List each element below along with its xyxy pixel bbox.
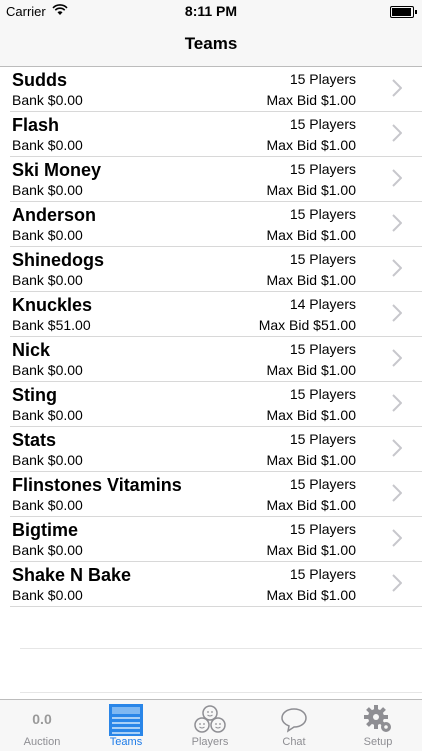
team-bank: Bank $0.00 — [12, 137, 83, 153]
team-max-bid: Max Bid $1.00 — [266, 362, 357, 378]
team-max-bid: Max Bid $1.00 — [266, 272, 357, 288]
chevron-right-icon — [392, 304, 402, 322]
team-bank: Bank $0.00 — [12, 92, 83, 108]
team-row[interactable]: Knuckles Bank $51.00 14 Players Max Bid $51… — [10, 292, 422, 337]
tab-chat[interactable]: Chat — [252, 700, 336, 751]
team-bank: Bank $0.00 — [12, 227, 83, 243]
team-row[interactable]: Ski Money Bank $0.00 15 Players Max Bid $1.… — [10, 157, 422, 202]
chevron-right-icon — [392, 214, 402, 232]
tab-label: Auction — [23, 736, 61, 748]
gear-icon — [364, 705, 391, 732]
players-icon — [194, 705, 226, 733]
team-bank: Bank $0.00 — [12, 497, 83, 513]
team-row[interactable]: Bigtime Bank $0.00 15 Players Max Bid $1.00 — [10, 517, 422, 562]
team-max-bid: Max Bid $1.00 — [266, 227, 357, 243]
tab-players[interactable]: Players — [168, 700, 252, 751]
tab-label: Teams — [109, 736, 143, 748]
team-bank: Bank $0.00 — [12, 452, 83, 468]
team-player-count: 14 Players — [289, 296, 356, 312]
team-player-count: 15 Players — [289, 566, 356, 582]
team-player-count: 15 Players — [289, 431, 356, 447]
team-name: Anderson — [12, 205, 97, 225]
chevron-right-icon — [392, 394, 402, 412]
team-row[interactable]: Anderson Bank $0.00 15 Players Max Bid $1.0… — [10, 202, 422, 247]
chevron-right-icon — [392, 169, 402, 187]
team-max-bid: Max Bid $1.00 — [266, 137, 357, 153]
chevron-right-icon — [392, 439, 402, 457]
team-player-count: 15 Players — [289, 251, 356, 267]
team-name: Flash — [12, 115, 60, 135]
tab-teams[interactable]: Teams — [84, 700, 168, 751]
team-name: Stats — [12, 430, 57, 450]
tab-label: Chat — [282, 736, 306, 748]
team-name: Knuckles — [12, 295, 93, 315]
chevron-right-icon — [392, 349, 402, 367]
team-row[interactable]: Shake N Bake Bank $0.00 15 Players Max Bid … — [10, 562, 422, 607]
tab-auction[interactable]: 0.0 Auction — [0, 700, 84, 751]
team-row[interactable]: Sting Bank $0.00 15 Players Max Bid $1.00 — [10, 382, 422, 427]
team-max-bid: Max Bid $1.00 — [266, 497, 357, 513]
team-bank: Bank $0.00 — [12, 272, 83, 288]
team-bank: Bank $51.00 — [12, 317, 91, 333]
team-name: Flinstones Vitamins — [12, 475, 182, 495]
chevron-right-icon — [392, 124, 402, 142]
team-player-count: 15 Players — [289, 116, 356, 132]
team-player-count: 15 Players — [289, 71, 356, 87]
chevron-right-icon — [392, 259, 402, 277]
team-player-count: 15 Players — [289, 521, 356, 537]
team-row[interactable]: Flash Bank $0.00 15 Players Max Bid $1.00 — [10, 112, 422, 157]
chevron-right-icon — [392, 529, 402, 547]
team-name: Nick — [12, 340, 51, 360]
tab-setup[interactable]: Setup — [336, 700, 420, 751]
team-max-bid: Max Bid $1.00 — [266, 182, 357, 198]
team-name: Shake N Bake — [12, 565, 132, 585]
tab-label: Players — [191, 736, 229, 748]
navigation-bar: Teams — [0, 22, 422, 67]
team-max-bid: Max Bid $1.00 — [266, 92, 357, 108]
clock: 8:11 PM — [184, 3, 238, 19]
auction-value: 0.0 — [32, 711, 52, 727]
status-bar: Carrier 8:11 PM — [0, 0, 422, 22]
team-row[interactable]: Nick Bank $0.00 15 Players Max Bid $1.00 — [10, 337, 422, 382]
team-player-count: 15 Players — [289, 476, 356, 492]
team-max-bid: Max Bid $1.00 — [266, 587, 357, 603]
team-row[interactable]: Stats Bank $0.00 15 Players Max Bid $1.00 — [10, 427, 422, 472]
team-bank: Bank $0.00 — [12, 182, 83, 198]
separator — [20, 648, 422, 649]
team-row[interactable]: Flinstones Vitamins Bank $0.00 15 Players M… — [10, 472, 422, 517]
team-player-count: 15 Players — [289, 386, 356, 402]
separator — [20, 692, 422, 693]
team-row[interactable]: Sudds Bank $0.00 15 Players Max Bid $1.00 — [10, 67, 422, 112]
team-row[interactable]: Shinedogs Bank $0.00 15 Players Max Bid $1.… — [10, 247, 422, 292]
team-bank: Bank $0.00 — [12, 542, 83, 558]
team-name: Sting — [12, 385, 57, 405]
team-max-bid: Max Bid $1.00 — [266, 407, 357, 423]
chevron-right-icon — [392, 484, 402, 502]
page-title: Teams — [184, 34, 238, 53]
team-bank: Bank $0.00 — [12, 587, 83, 603]
team-player-count: 15 Players — [289, 206, 356, 222]
team-name: Ski Money — [12, 160, 102, 180]
chevron-right-icon — [392, 574, 402, 592]
battery-icon — [390, 6, 417, 18]
team-player-count: 15 Players — [289, 161, 356, 177]
chat-bubble-icon — [281, 708, 307, 733]
tab-label: Setup — [363, 736, 393, 748]
team-bank: Bank $0.00 — [12, 362, 83, 378]
team-max-bid: Max Bid $1.00 — [266, 452, 357, 468]
chevron-right-icon — [392, 79, 402, 97]
team-list: Sudds Bank $0.00 15 Players Max Bid $1.00 Fl… — [0, 67, 422, 607]
teams-board-icon — [109, 704, 143, 736]
team-name: Sudds — [12, 70, 68, 90]
team-name: Bigtime — [12, 520, 79, 540]
team-max-bid: Max Bid $51.00 — [258, 317, 356, 333]
team-max-bid: Max Bid $1.00 — [266, 542, 357, 558]
tab-bar: 0.0 Auction Teams Players Chat Setup — [0, 699, 422, 751]
team-bank: Bank $0.00 — [12, 407, 83, 423]
team-name: Shinedogs — [12, 250, 105, 270]
team-player-count: 15 Players — [289, 341, 356, 357]
